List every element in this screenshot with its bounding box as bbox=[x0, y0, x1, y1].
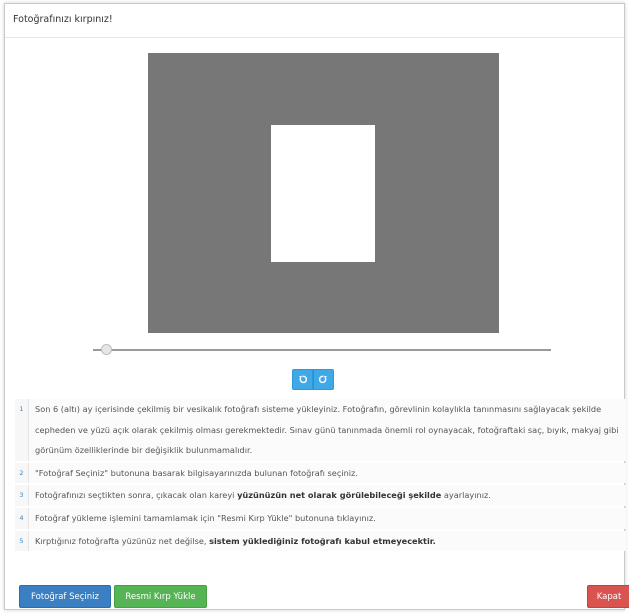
instruction-item: 1 Son 6 (altı) ay içerisinde çekilmiş bi… bbox=[15, 399, 626, 461]
modal-header: Fotoğrafınızı kırpınız! bbox=[5, 4, 624, 38]
crop-box[interactable] bbox=[271, 125, 375, 262]
crop-photo-modal: Fotoğrafınızı kırpınız! 1 Son 6 (altı) a… bbox=[4, 3, 629, 610]
instruction-text: Kırptığınız fotoğrafta yüzünüz net değil… bbox=[28, 530, 626, 552]
instruction-list: 1 Son 6 (altı) ay içerisinde çekilmiş bi… bbox=[15, 399, 626, 553]
close-button[interactable]: Kapat bbox=[587, 585, 629, 608]
modal-title: Fotoğrafınızı kırpınız! bbox=[13, 14, 113, 25]
rotate-right-button[interactable] bbox=[313, 369, 334, 390]
rotate-left-icon bbox=[299, 375, 307, 384]
instruction-item: 3 Fotoğrafınızı seçtikten sonra, çıkacak… bbox=[15, 485, 626, 506]
rotate-left-button[interactable] bbox=[292, 369, 313, 390]
instruction-number: 2 bbox=[15, 462, 28, 484]
instruction-item: 2 "Fotoğraf Seçiniz" butonuna basarak bi… bbox=[15, 462, 626, 484]
instruction-number: 5 bbox=[15, 530, 28, 552]
instruction-item: 4 Fotoğraf yükleme işlemini tamamlamak i… bbox=[15, 507, 626, 529]
instruction-number: 4 bbox=[15, 507, 28, 529]
instruction-text: Fotoğraf yükleme işlemini tamamlamak içi… bbox=[28, 507, 626, 529]
crop-upload-button[interactable]: Resmi Kırp Yükle bbox=[114, 585, 207, 608]
instruction-text: "Fotoğraf Seçiniz" butonuna basarak bilg… bbox=[28, 462, 626, 484]
instruction-item: 5 Kırptığınız fotoğrafta yüzünüz net değ… bbox=[15, 530, 626, 552]
instruction-number: 1 bbox=[15, 399, 28, 461]
instruction-text: Son 6 (altı) ay içerisinde çekilmiş bir … bbox=[28, 399, 626, 461]
zoom-slider-track[interactable] bbox=[93, 349, 551, 351]
zoom-slider-handle[interactable] bbox=[101, 344, 112, 355]
rotate-button-group bbox=[292, 369, 334, 390]
crop-canvas[interactable] bbox=[148, 53, 499, 333]
instruction-text: Fotoğrafınızı seçtikten sonra, çıkacak o… bbox=[28, 485, 626, 506]
select-photo-button[interactable]: Fotoğraf Seçiniz bbox=[19, 585, 111, 608]
instruction-number: 3 bbox=[15, 485, 28, 506]
rotate-right-icon bbox=[319, 375, 327, 384]
